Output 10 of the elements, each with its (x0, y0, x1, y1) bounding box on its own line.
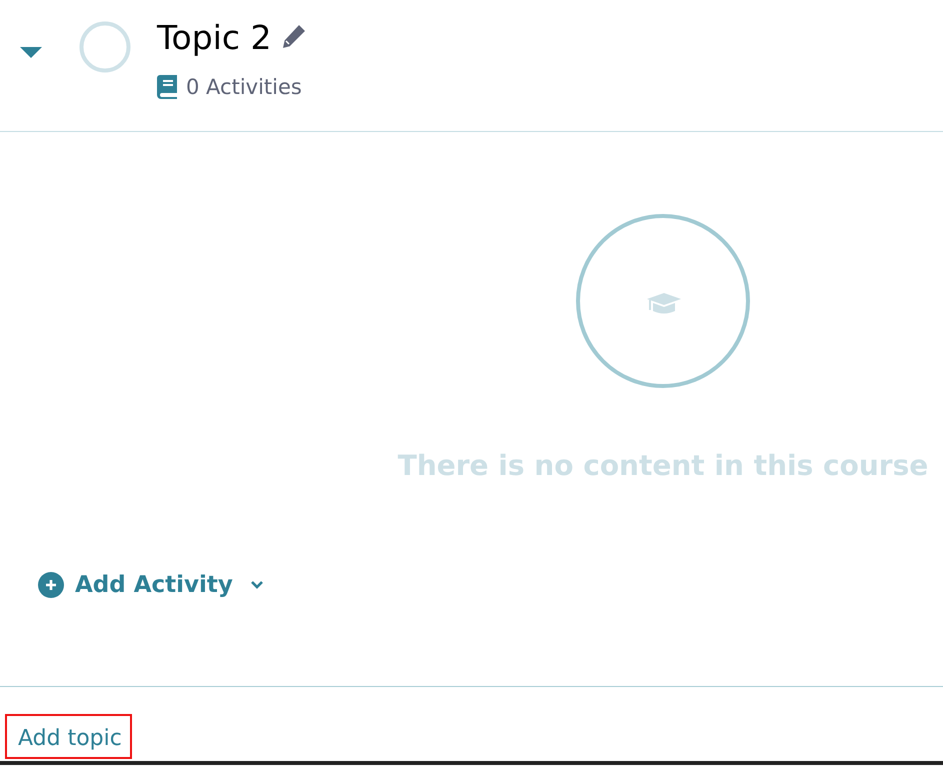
graduation-cap-icon (575, 213, 751, 389)
caret-icon[interactable] (20, 45, 42, 59)
chevron-down-icon (250, 580, 264, 590)
activity-count: 0 Activities (186, 74, 302, 100)
plus-icon (38, 572, 64, 598)
topic-title: Topic 2 (157, 17, 272, 59)
add-activity-button[interactable]: Add Activity (38, 572, 264, 598)
progress-ring-icon (79, 21, 131, 73)
book-icon (157, 75, 177, 99)
add-topic-link[interactable]: Add topic (5, 714, 132, 759)
